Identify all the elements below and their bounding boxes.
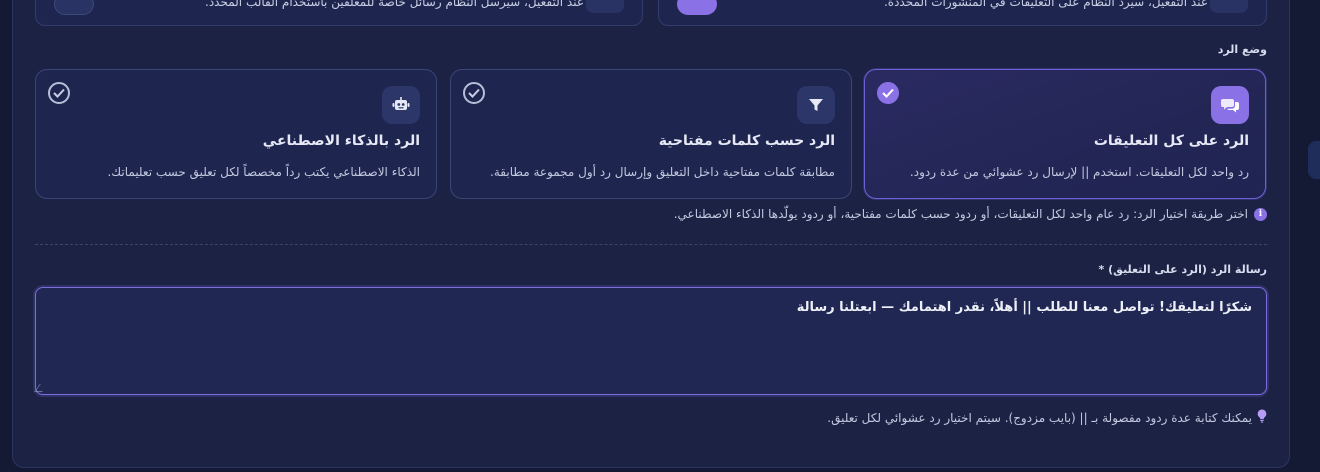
mode-title: الرد حسب كلمات مفتاحية bbox=[658, 133, 835, 149]
toggle-switch[interactable] bbox=[677, 0, 717, 15]
info-icon: i bbox=[1254, 207, 1267, 221]
reply-message-hint: يمكنك كتابة عدة ردود مفصولة بـ || (بايب … bbox=[827, 409, 1267, 426]
mode-card-keywords[interactable]: الرد حسب كلمات مفتاحية مطابقة كلمات مفتا… bbox=[450, 69, 852, 199]
unselected-check-icon bbox=[48, 82, 70, 104]
card-icon bbox=[586, 0, 624, 13]
mode-title: الرد بالذكاء الاصطناعي bbox=[262, 133, 420, 149]
mode-title: الرد على كل التعليقات bbox=[1093, 133, 1249, 149]
card-icon bbox=[1210, 0, 1248, 13]
card-description: عند التفعيل، سيرسل النظام رسائل خاصة للم… bbox=[205, 0, 584, 9]
lightbulb-icon bbox=[1257, 409, 1267, 426]
comments-icon bbox=[1211, 86, 1249, 124]
mode-description: رد واحد لكل التعليقات. استخدم || لإرسال … bbox=[909, 165, 1249, 179]
info-text: اختر طريقة اختيار الرد: رد عام واحد لكل … bbox=[673, 207, 1248, 221]
section-divider bbox=[35, 244, 1267, 245]
filter-icon bbox=[797, 86, 835, 124]
private-message-toggle-card[interactable]: عند التفعيل، سيرسل النظام رسائل خاصة للم… bbox=[35, 0, 643, 26]
unselected-check-icon bbox=[463, 82, 485, 104]
side-tab[interactable] bbox=[1308, 141, 1320, 179]
mode-card-all-comments[interactable]: الرد على كل التعليقات رد واحد لكل التعلي… bbox=[864, 69, 1266, 199]
reply-message-textarea[interactable] bbox=[35, 287, 1267, 395]
robot-icon bbox=[382, 86, 420, 124]
hint-text: يمكنك كتابة عدة ردود مفصولة بـ || (بايب … bbox=[827, 410, 1252, 425]
reply-message-label: رسالة الرد (الرد على التعليق) * bbox=[1098, 263, 1267, 276]
reply-mode-label: وضع الرد bbox=[1217, 43, 1267, 56]
comment-reply-toggle-card[interactable]: عند التفعيل، سيرد النظام على التعليقات ف… bbox=[658, 0, 1267, 26]
mode-description: مطابقة كلمات مفتاحية داخل التعليق وإرسال… bbox=[490, 165, 835, 179]
reply-mode-info: i اختر طريقة اختيار الرد: رد عام واحد لك… bbox=[674, 207, 1267, 221]
card-description: عند التفعيل، سيرد النظام على التعليقات ف… bbox=[883, 0, 1208, 9]
toggle-switch[interactable] bbox=[54, 0, 94, 15]
selected-check-icon bbox=[877, 82, 899, 104]
mode-card-ai[interactable]: الرد بالذكاء الاصطناعي الذكاء الاصطناعي … bbox=[35, 69, 437, 199]
mode-description: الذكاء الاصطناعي يكتب رداً مخصصاً لكل تع… bbox=[107, 165, 420, 179]
